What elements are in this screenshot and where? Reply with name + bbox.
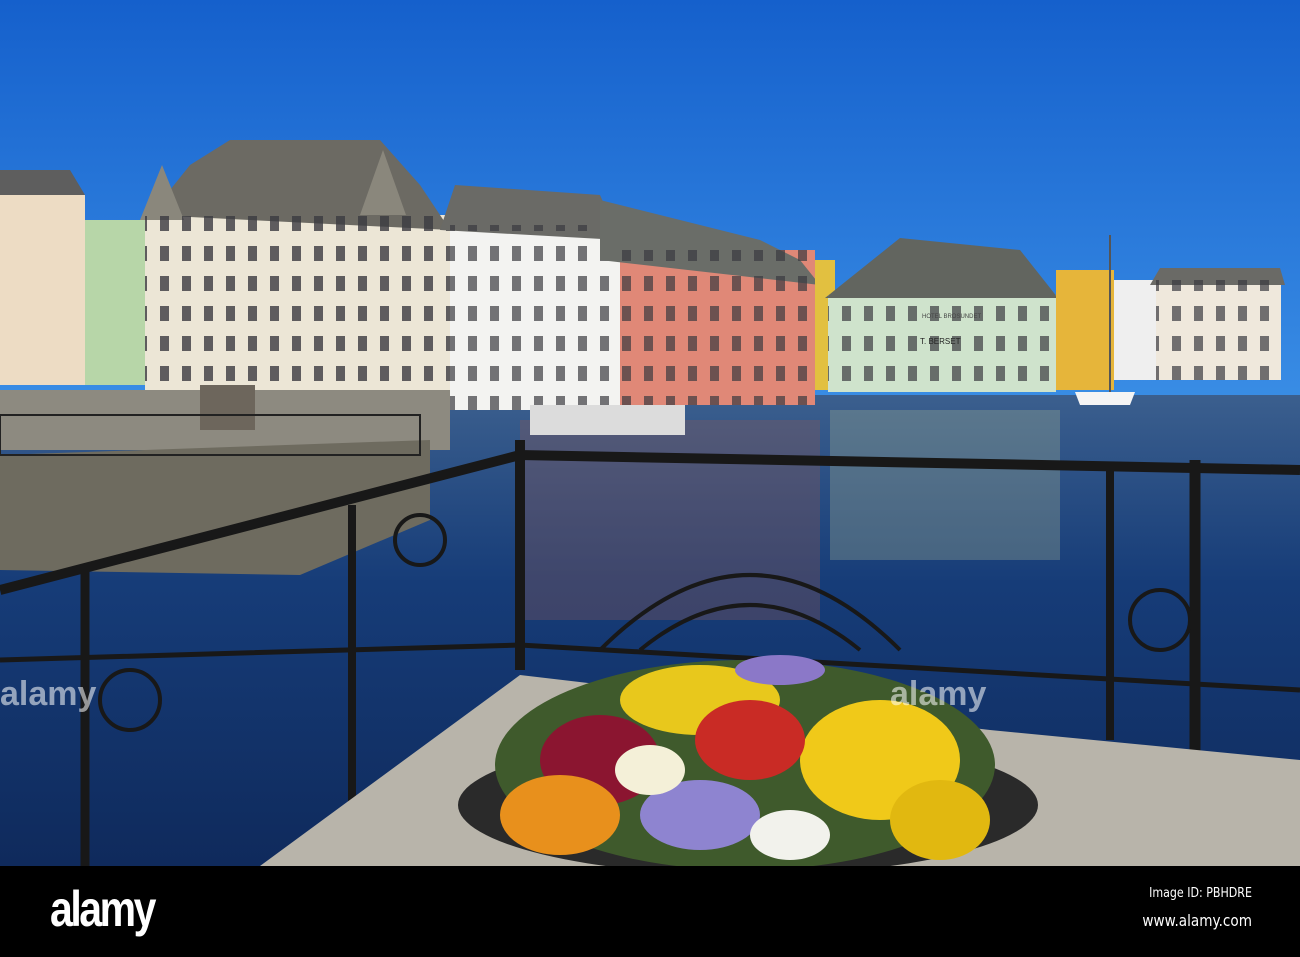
owner-sign: T. BERSET <box>920 337 961 346</box>
watermark-right: alamy <box>890 675 986 713</box>
site-url[interactable]: www.alamy.com <box>1142 911 1252 930</box>
footer-bar: alamy Image ID: PBHDRE www.alamy.com <box>0 866 1300 957</box>
photo-scene: HOTEL BROSUNDET T. BERSET alamy alamy <box>0 0 1300 866</box>
image-meta: Image ID: PBHDRE www.alamy.com <box>1123 886 1252 930</box>
alamy-logo[interactable]: alamy <box>50 880 156 938</box>
watermark-left: alamy <box>0 675 96 713</box>
image-id: Image ID: PBHDRE <box>1149 886 1252 901</box>
hotel-sign: HOTEL BROSUNDET <box>922 314 981 320</box>
